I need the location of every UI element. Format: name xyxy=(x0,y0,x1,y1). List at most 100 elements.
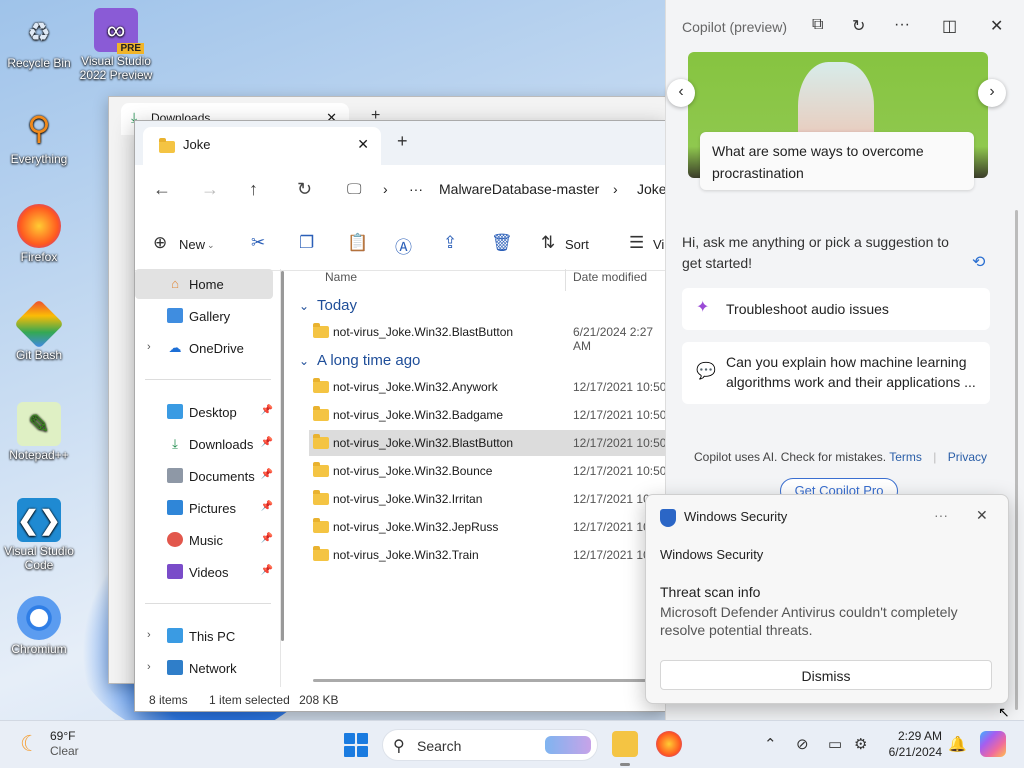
zip-folder-icon xyxy=(313,518,329,533)
desktop-icon-firefox[interactable]: Firefox xyxy=(1,204,77,264)
breadcrumb-current[interactable]: Joke xyxy=(637,181,665,197)
desktop-icon-notepadpp[interactable]: ✎ Notepad++ xyxy=(1,402,77,462)
refresh-icon[interactable]: ↻ xyxy=(852,16,865,36)
more-options-icon[interactable]: ··· xyxy=(894,16,910,34)
sidebar-item-home[interactable]: ⌂ Home xyxy=(135,269,273,299)
file-row[interactable]: not-virus_Joke.Win32.Anywork 12/17/2021 1… xyxy=(309,374,665,400)
new-button[interactable]: New xyxy=(179,237,205,252)
display-icon[interactable]: ▭ xyxy=(828,735,842,753)
new-dropdown-chevron-icon[interactable]: ⌄ xyxy=(207,240,215,251)
group-header-older[interactable]: A long time ago xyxy=(317,352,420,369)
security-notification[interactable]: Windows Security ··· ✕ Windows Security … xyxy=(645,494,1009,704)
desktop-icon-everything[interactable]: ⚲ Everything xyxy=(1,106,77,166)
column-header-date[interactable]: Date modified xyxy=(573,269,647,295)
system-clock[interactable]: 2:29 AM 6/21/2024 xyxy=(880,728,942,760)
desktop-icon-chromium[interactable]: Chromium xyxy=(1,596,77,656)
carousel-prev-icon[interactable]: ‹ xyxy=(667,79,695,107)
column-header-name[interactable]: Name xyxy=(325,269,357,295)
suggestion-card[interactable]: 💬 Can you explain how machine learning a… xyxy=(682,342,990,404)
accessibility-icon[interactable]: ⚙ xyxy=(854,735,867,753)
file-row[interactable]: not-virus_Joke.Win32.Irritan 12/17/2021 1… xyxy=(309,486,665,512)
sidebar-item-documents[interactable]: Documents 📌 xyxy=(135,461,273,491)
sidebar-item-downloads[interactable]: ⤓ Downloads 📌 xyxy=(135,429,273,459)
sidebar-item-onedrive[interactable]: › ☁ OneDrive xyxy=(135,333,273,363)
back-arrow-icon[interactable]: ← xyxy=(153,179,171,200)
up-arrow-icon[interactable]: ↑ xyxy=(249,179,258,200)
desktop-icon-recycle-bin[interactable]: ♻ Recycle Bin xyxy=(1,10,77,71)
group-chevron-icon[interactable]: ⌄ xyxy=(299,354,309,368)
file-row[interactable]: not-virus_Joke.Win32.Train 12/17/2021 10:… xyxy=(309,542,665,568)
videos-icon xyxy=(167,564,183,579)
sidebar-scrollbar[interactable] xyxy=(281,271,284,641)
desktop-icon-git-bash[interactable]: Git Bash xyxy=(1,299,77,362)
tab-joke[interactable]: Joke ✕ xyxy=(143,127,381,165)
sort-button[interactable]: Sort xyxy=(565,237,589,252)
file-date: 6/21/2024 2:27 AM xyxy=(573,325,654,353)
notification-bell-icon[interactable]: 🔔 xyxy=(948,735,967,753)
dismiss-button[interactable]: Dismiss xyxy=(660,660,992,690)
open-external-icon[interactable]: ⧉ xyxy=(812,16,823,34)
sidebar-item-gallery[interactable]: Gallery xyxy=(135,301,273,331)
weather-widget[interactable]: 69°F Clear xyxy=(50,729,79,759)
file-row[interactable]: not-virus_Joke.Win32.BlastButton 12/17/20… xyxy=(309,430,665,456)
suggestion-card[interactable]: ✦ Troubleshoot audio issues xyxy=(682,288,990,330)
terms-link[interactable]: Terms xyxy=(889,450,922,464)
breadcrumb-parent[interactable]: MalwareDatabase-master xyxy=(439,181,599,197)
sidebar-item-network[interactable]: › Network xyxy=(135,653,273,683)
firefox-taskbar-icon[interactable] xyxy=(656,731,682,757)
privacy-link[interactable]: Privacy xyxy=(948,450,987,464)
group-chevron-icon[interactable]: ⌄ xyxy=(299,299,309,313)
refresh-icon[interactable]: ↻ xyxy=(297,179,312,200)
sidebar-item-music[interactable]: Music 📌 xyxy=(135,525,273,555)
desktop-icon-label: Everything xyxy=(10,152,68,166)
group-header-today[interactable]: Today xyxy=(317,297,357,314)
desktop-icon-vscode[interactable]: ❮❯ Visual Studio Code xyxy=(1,498,77,572)
share-icon[interactable]: ⇪ xyxy=(443,233,457,253)
copilot-scrollbar[interactable] xyxy=(1015,210,1018,710)
new-tab-button[interactable]: + xyxy=(397,131,408,152)
breadcrumb-chevron-icon[interactable]: › xyxy=(383,181,388,197)
explorer-window-joke[interactable]: Joke ✕ + ← → ↑ ↻ 🖵 › ··· MalwareDatabase… xyxy=(134,120,666,712)
copilot-taskbar-icon[interactable] xyxy=(980,731,1006,757)
file-row[interactable]: not-virus_Joke.Win32.BlastButton 6/21/202… xyxy=(309,319,665,353)
sidebar-item-this-pc[interactable]: › This PC xyxy=(135,621,273,651)
file-explorer-taskbar-icon[interactable] xyxy=(612,731,638,757)
taskbar-search[interactable]: ⚲ Search xyxy=(382,729,598,761)
refresh-suggestions-icon[interactable]: ⟲ xyxy=(972,252,985,272)
close-icon[interactable]: ✕ xyxy=(976,507,988,524)
more-options-icon[interactable]: ··· xyxy=(934,507,948,523)
close-tab-icon[interactable]: ✕ xyxy=(357,136,369,153)
paste-icon[interactable]: 📋 xyxy=(347,233,368,253)
desktop-icon-visual-studio[interactable]: ∞ PRE Visual Studio 2022 Preview xyxy=(78,8,154,82)
sidebar-item-videos[interactable]: Videos 📌 xyxy=(135,557,273,587)
breadcrumb-overflow[interactable]: ··· xyxy=(409,181,423,197)
network-offline-icon[interactable]: ⊘ xyxy=(796,735,809,753)
sort-icon[interactable]: ⇅ xyxy=(541,233,555,253)
moon-weather-icon[interactable]: ☾ xyxy=(20,731,40,757)
start-button[interactable] xyxy=(344,733,368,757)
view-button[interactable]: Vi xyxy=(653,237,664,252)
cut-icon[interactable]: ✂ xyxy=(251,233,265,253)
copy-icon[interactable]: ❐ xyxy=(299,233,314,253)
forward-arrow-icon[interactable]: → xyxy=(201,179,219,200)
expand-chevron-icon[interactable]: › xyxy=(147,341,151,353)
dock-panel-icon[interactable]: ◫ xyxy=(942,16,957,36)
file-row[interactable]: not-virus_Joke.Win32.Bounce 12/17/2021 10… xyxy=(309,458,665,484)
new-plus-icon[interactable]: ⊕ xyxy=(153,233,167,253)
file-row[interactable]: not-virus_Joke.Win32.JepRuss 12/17/2021 1… xyxy=(309,514,665,540)
expand-chevron-icon[interactable]: › xyxy=(147,629,151,641)
delete-icon[interactable]: 🗑 xyxy=(491,233,513,253)
carousel-next-icon[interactable]: › xyxy=(978,79,1006,107)
rename-icon[interactable]: Ⓐ xyxy=(395,233,412,258)
chevron-up-icon[interactable]: ⌃ xyxy=(764,735,777,753)
view-icon[interactable]: ☰ xyxy=(629,233,644,253)
close-icon[interactable]: ✕ xyxy=(990,16,1003,36)
breadcrumb-chevron-icon[interactable]: › xyxy=(613,181,618,197)
sidebar-item-pictures[interactable]: Pictures 📌 xyxy=(135,493,273,523)
image-caption[interactable]: What are some ways to overcome procrasti… xyxy=(700,132,974,190)
sidebar-item-desktop[interactable]: Desktop 📌 xyxy=(135,397,273,427)
file-row[interactable]: not-virus_Joke.Win32.Badgame 12/17/2021 1… xyxy=(309,402,665,428)
horizontal-scrollbar[interactable] xyxy=(313,679,663,682)
monitor-icon[interactable]: 🖵 xyxy=(347,181,361,198)
expand-chevron-icon[interactable]: › xyxy=(147,661,151,673)
